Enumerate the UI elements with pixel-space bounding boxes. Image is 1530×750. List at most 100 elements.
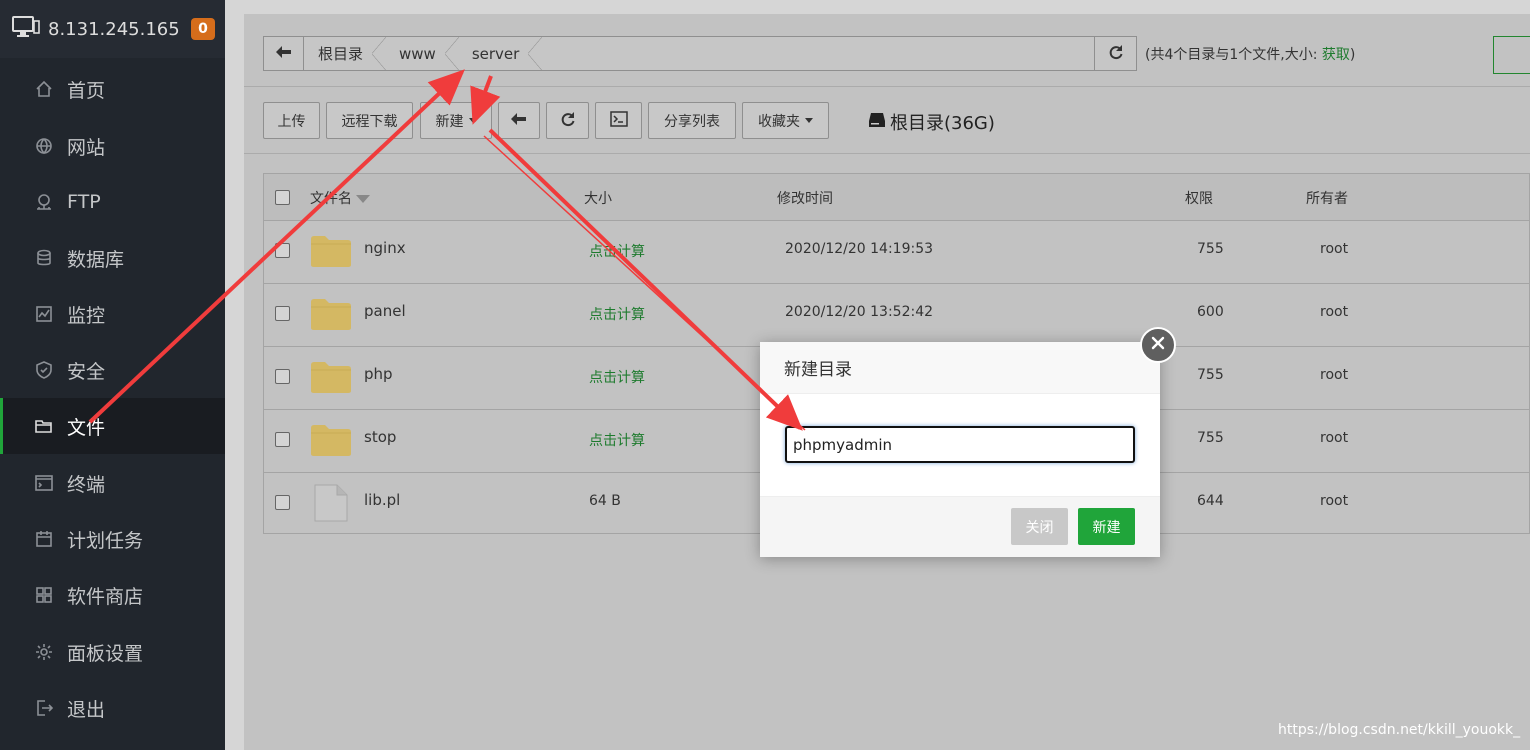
watermark: https://blog.csdn.net/kkill_youokk_ (1278, 722, 1521, 738)
owner[interactable]: root (1320, 241, 1348, 257)
directory-summary: (共4个目录与1个文件,大小: 获取) (1145, 44, 1355, 64)
calc-size-link[interactable]: 点击计算 (589, 367, 645, 387)
folder-icon (311, 362, 351, 393)
permission[interactable]: 755 (1197, 241, 1224, 257)
sidebar-item-label: 计划任务 (67, 529, 144, 552)
folder-icon (311, 299, 351, 330)
terminal-icon (34, 473, 54, 493)
sidebar-item-ftp[interactable]: FTP (0, 174, 225, 230)
permission[interactable]: 755 (1197, 430, 1224, 446)
refresh-icon (1108, 44, 1124, 64)
col-mtime[interactable]: 修改时间 (777, 188, 833, 208)
col-name[interactable]: 文件名 (310, 188, 371, 208)
sidebar-item-label: 首页 (67, 79, 106, 102)
row-checkbox[interactable] (275, 432, 290, 447)
sidebar-item-monitor[interactable]: 监控 (0, 286, 225, 342)
row-checkbox[interactable] (275, 306, 290, 321)
file-name[interactable]: stop (364, 428, 396, 446)
directory-name-input[interactable] (785, 426, 1135, 463)
calc-size-link[interactable]: 点击计算 (589, 430, 645, 450)
permission[interactable]: 755 (1197, 367, 1224, 383)
folder-icon (311, 236, 351, 267)
sidebar-item-logout[interactable]: 退出 (0, 680, 225, 736)
file-icon (314, 484, 348, 522)
table-row[interactable]: nginx 点击计算 2020/12/20 14:19:53 755 root (264, 221, 1530, 284)
col-perm[interactable]: 权限 (1185, 188, 1213, 208)
ftp-icon (34, 192, 54, 212)
sidebar-item-label: 软件商店 (67, 585, 144, 608)
breadcrumb-item-server[interactable]: server (458, 37, 543, 70)
arrow-left-icon (275, 45, 292, 62)
owner[interactable]: root (1320, 367, 1348, 383)
new-dropdown-button[interactable]: 新建 (420, 102, 492, 139)
notification-badge[interactable]: 0 (191, 18, 215, 40)
select-all-checkbox[interactable] (275, 190, 290, 205)
sidebar-item-label: 网站 (67, 136, 106, 159)
modified-time: 2020/12/20 13:52:42 (785, 304, 934, 320)
refresh-path-button[interactable] (1094, 37, 1136, 70)
sidebar-item-terminal[interactable]: 终端 (0, 455, 225, 511)
share-list-button[interactable]: 分享列表 (648, 102, 736, 139)
sidebar-item-settings[interactable]: 面板设置 (0, 624, 225, 680)
sidebar-item-files[interactable]: 文件 (0, 398, 225, 454)
globe-icon (34, 136, 54, 156)
dialog-footer: 关闭 新建 (760, 496, 1160, 557)
row-checkbox[interactable] (275, 369, 290, 384)
dialog-close-icon-button[interactable] (1140, 327, 1176, 363)
file-name[interactable]: lib.pl (364, 491, 400, 509)
permission[interactable]: 600 (1197, 304, 1224, 320)
dialog-title: 新建目录 (760, 342, 1160, 394)
sidebar-item-label: 面板设置 (67, 642, 144, 665)
sidebar-item-database[interactable]: 数据库 (0, 230, 225, 286)
summary-text-end: ) (1349, 47, 1356, 63)
row-checkbox[interactable] (275, 495, 290, 510)
caret-down-icon (468, 118, 477, 123)
sidebar-item-cron[interactable]: 计划任务 (0, 511, 225, 567)
sidebar-item-label: 安全 (67, 360, 106, 383)
file-name[interactable]: php (364, 365, 393, 383)
owner[interactable]: root (1320, 493, 1348, 509)
go-back-button[interactable] (498, 102, 540, 139)
sidebar-item-home[interactable]: 首页 (0, 61, 225, 117)
file-name[interactable]: panel (364, 302, 406, 320)
shield-icon (34, 360, 54, 380)
disk-selector[interactable]: 根目录(36G) (868, 109, 995, 135)
breadcrumb-item-root[interactable]: 根目录 (304, 37, 387, 70)
favorites-dropdown-button[interactable]: 收藏夹 (742, 102, 829, 139)
sidebar-item-security[interactable]: 安全 (0, 342, 225, 398)
sidebar-item-label: FTP (67, 191, 101, 213)
upload-button[interactable]: 上传 (263, 102, 320, 139)
monitor-icon (34, 304, 54, 324)
create-button[interactable]: 新建 (1078, 508, 1135, 545)
modified-time: 2020/12/20 14:19:53 (785, 241, 934, 257)
terminal-button[interactable] (595, 102, 642, 139)
sidebar-item-store[interactable]: 软件商店 (0, 567, 225, 623)
owner[interactable]: root (1320, 430, 1348, 446)
col-name-label: 文件名 (310, 191, 352, 207)
table-row[interactable]: panel 点击计算 2020/12/20 13:52:42 600 root (264, 284, 1530, 347)
file-size: 64 B (589, 493, 621, 509)
sidebar-item-website[interactable]: 网站 (0, 118, 225, 174)
permission[interactable]: 644 (1197, 493, 1224, 509)
col-owner[interactable]: 所有者 (1306, 188, 1348, 208)
close-button[interactable]: 关闭 (1011, 508, 1068, 545)
owner[interactable]: root (1320, 304, 1348, 320)
back-button[interactable] (264, 37, 304, 70)
calc-size-link[interactable]: 点击计算 (589, 304, 645, 324)
file-name[interactable]: nginx (364, 239, 406, 257)
sidebar-item-label: 文件 (67, 416, 106, 439)
database-icon (34, 248, 54, 268)
remote-download-button[interactable]: 远程下载 (326, 102, 413, 139)
favorites-label: 收藏夹 (758, 113, 800, 130)
row-checkbox[interactable] (275, 243, 290, 258)
new-directory-dialog: 新建目录 关闭 新建 (760, 342, 1160, 557)
server-monitor-icon (12, 16, 40, 42)
refresh-button[interactable] (546, 102, 589, 139)
col-size[interactable]: 大小 (584, 188, 612, 208)
get-size-link[interactable]: 获取 (1322, 47, 1350, 63)
sidebar-item-label: 终端 (67, 473, 106, 496)
breadcrumb-item-www[interactable]: www (385, 37, 459, 70)
summary-text: (共4个目录与1个文件,大小: (1145, 47, 1322, 63)
search-box[interactable] (1493, 36, 1530, 74)
calc-size-link[interactable]: 点击计算 (589, 241, 645, 261)
